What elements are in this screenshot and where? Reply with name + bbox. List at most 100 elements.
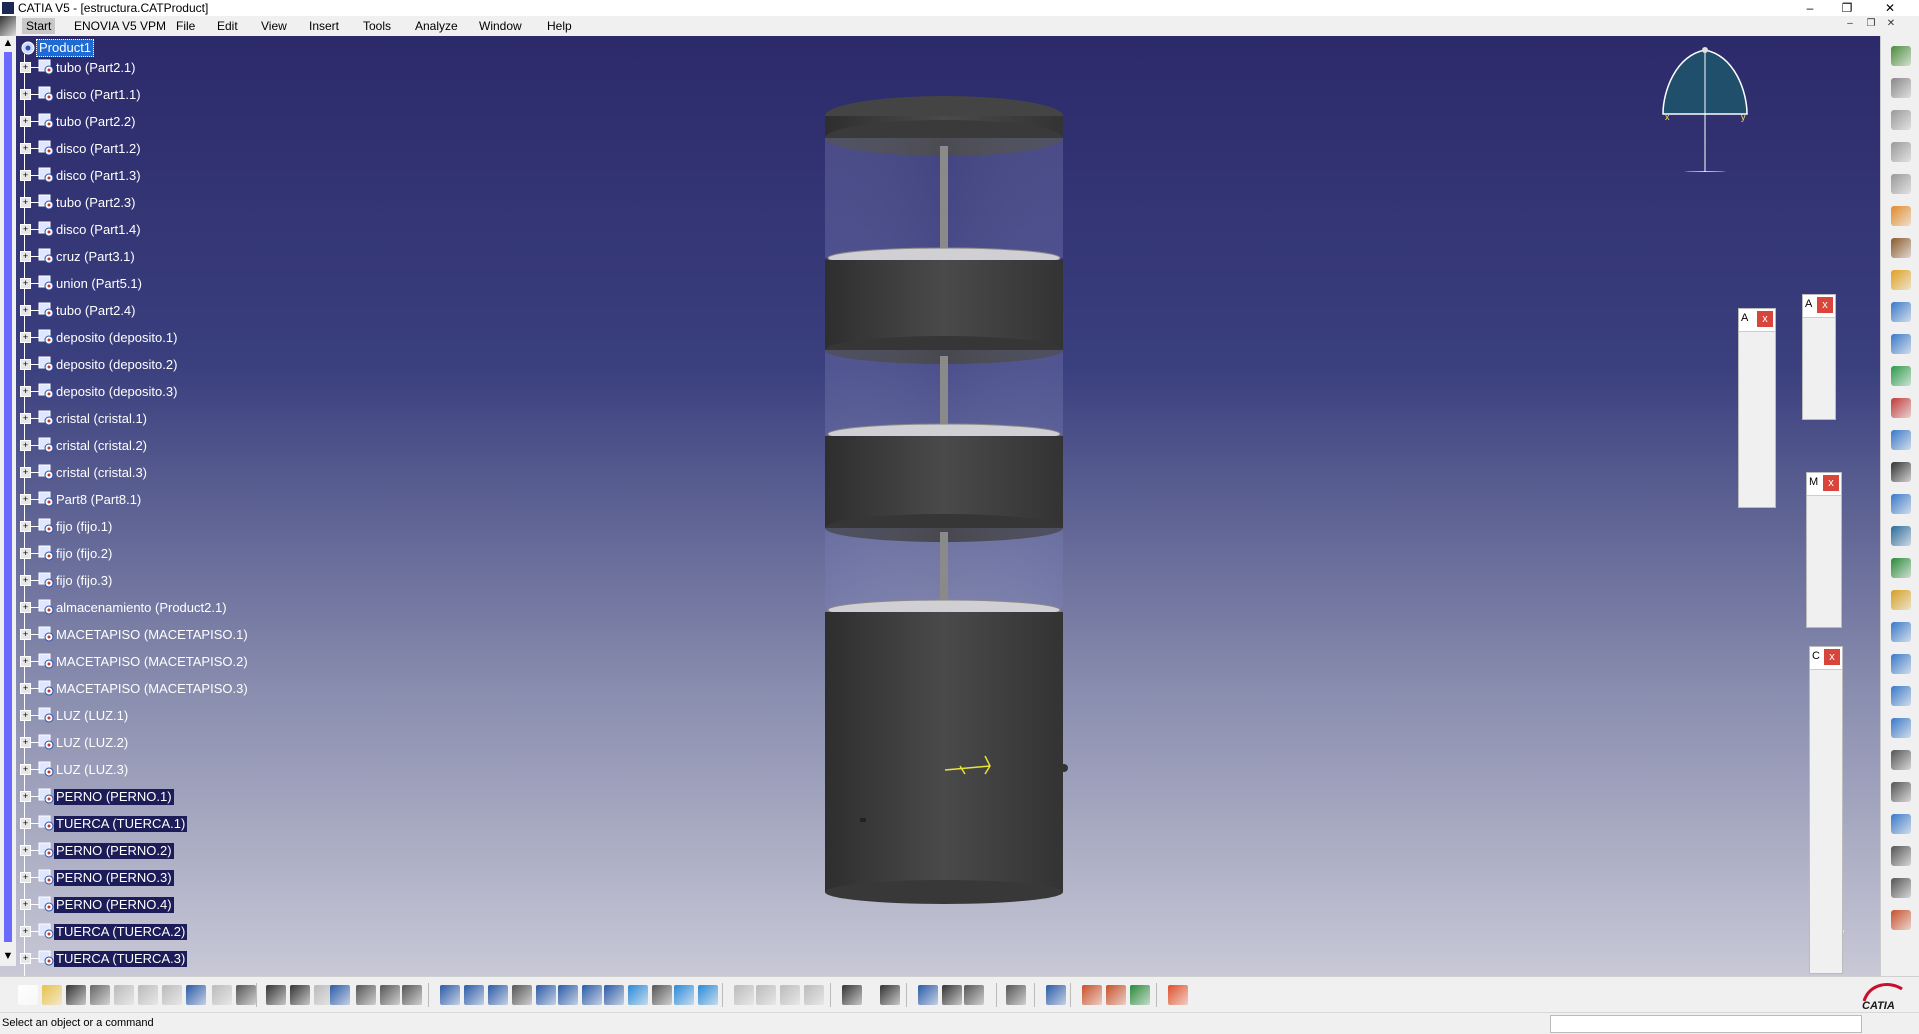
change-constraint-icon[interactable] [1816,905,1836,925]
menu-file[interactable]: File [176,18,195,34]
tree-node-label[interactable]: cristal (cristal.1) [54,411,149,427]
redo-icon[interactable] [212,985,232,1005]
weld-icon[interactable] [1891,878,1911,898]
catalog-icon[interactable] [356,985,376,1005]
move-icon-2[interactable] [1809,355,1829,375]
graph-tree-icon[interactable] [1891,526,1911,546]
tree-node-label[interactable]: TUERCA (TUERCA.1) [54,816,188,832]
scroll-down-button[interactable]: ▼ [1,950,15,964]
iso-view-icon[interactable] [628,985,648,1005]
replace-icon[interactable] [1891,398,1911,418]
undo-icon[interactable] [186,985,206,1005]
catia-logo-icon[interactable] [0,16,16,36]
split-icon[interactable] [1891,654,1911,674]
grid-icon[interactable] [1168,985,1188,1005]
tree-node-label[interactable]: disco (Part1.1) [54,87,143,103]
view-icon-2[interactable] [1891,110,1911,130]
copy-icon[interactable] [138,985,158,1005]
annotation-icon[interactable] [1891,846,1911,866]
smart-move-icon[interactable] [1814,591,1834,611]
tree-node-label[interactable]: PERNO (PERNO.4) [54,897,174,913]
table-icon[interactable] [330,985,350,1005]
normal-view-icon[interactable] [582,985,602,1005]
quick-constraint-icon[interactable] [1816,849,1836,869]
sketch-icon[interactable] [1891,46,1911,66]
menu-help[interactable]: Help [547,18,572,34]
coincidence-icon[interactable] [1816,681,1836,701]
swap-space-icon[interactable] [698,985,718,1005]
knowledge-icon[interactable] [290,985,310,1005]
analysis-icon[interactable] [402,985,422,1005]
hide-show-icon[interactable] [674,985,694,1005]
manipulate-icon[interactable] [756,985,776,1005]
floating-toolbar-2[interactable]: Ax [1802,294,1836,420]
select-icon[interactable] [1891,206,1911,226]
measure-item-icon[interactable] [942,985,962,1005]
scroll-track[interactable] [4,52,12,942]
tree-node-label[interactable]: tubo (Part2.2) [54,114,138,130]
pan-icon[interactable] [488,985,508,1005]
flexible-icon[interactable] [1816,877,1836,897]
menu-enovia[interactable]: ENOVIA V5 VPM [74,18,166,34]
menu-window[interactable]: Window [479,18,522,34]
save-icon[interactable] [66,985,86,1005]
move-icon[interactable] [1809,329,1829,349]
pocket-icon[interactable] [1891,718,1911,738]
tree-node-label[interactable]: disco (Part1.3) [54,168,143,184]
tree-node-label[interactable]: tubo (Part2.4) [54,303,138,319]
open-icon[interactable] [42,985,62,1005]
product-icon[interactable] [1891,270,1911,290]
mdi-close-button[interactable]: ✕ [1882,18,1900,34]
fly-mode-icon[interactable] [440,985,460,1005]
existing-component-icon[interactable] [1891,366,1911,386]
tree-node-label[interactable]: tubo (Part2.3) [54,195,138,211]
clash-icon[interactable] [780,985,800,1005]
view-icon[interactable] [1891,78,1911,98]
tree-node-label[interactable]: TUERCA (TUERCA.3) [54,951,188,967]
tree-node-label[interactable]: deposito (deposito.1) [54,330,179,346]
close-icon[interactable]: x [1824,649,1840,665]
floating-toolbar-1[interactable]: Ax [1738,308,1776,508]
cut-mode-icon[interactable] [734,985,754,1005]
tree-node-label[interactable]: fijo (fijo.1) [54,519,114,535]
remove-icon[interactable] [1891,750,1911,770]
tree-node-label[interactable]: deposito (deposito.3) [54,384,179,400]
view-icon-3[interactable] [1891,142,1911,162]
symmetry-icon[interactable] [1891,814,1911,834]
hole-icon[interactable] [1891,686,1911,706]
tree-root-label[interactable]: Product1 [36,39,95,57]
component-icon[interactable] [1891,302,1911,322]
fix-together-icon[interactable] [1816,821,1836,841]
part-icon[interactable] [1891,334,1911,354]
menu-edit[interactable]: Edit [217,18,238,34]
command-input[interactable] [1550,1015,1862,1033]
close-button[interactable]: ✕ [1875,0,1905,16]
close-icon[interactable]: x [1817,297,1833,313]
tree-node-label[interactable]: LUZ (LUZ.1) [54,708,130,724]
tree-node-label[interactable]: tubo (Part2.1) [54,60,138,76]
compute-icon[interactable] [380,985,400,1005]
paste-icon[interactable] [162,985,182,1005]
list-icon-2[interactable] [1747,435,1767,455]
scroll-up-button[interactable]: ▲ [1,37,15,51]
tree-node-label[interactable]: disco (Part1.2) [54,141,143,157]
menu-analyze[interactable]: Analyze [415,18,458,34]
distance-icon[interactable] [918,985,938,1005]
fast-instantiation-icon[interactable] [1891,558,1911,578]
view-icon-4[interactable] [1891,174,1911,194]
tree-node-label[interactable]: cristal (cristal.3) [54,465,149,481]
reorder-icon[interactable] [1891,430,1911,450]
mdi-minimize-button[interactable]: – [1841,18,1859,34]
tree-node-label[interactable]: MACETAPISO (MACETAPISO.1) [54,627,250,643]
manipulate-icon[interactable] [1814,507,1834,527]
multi-view-icon[interactable] [604,985,624,1005]
update-icon[interactable] [1006,985,1026,1005]
mass-icon[interactable] [964,985,984,1005]
floating-toolbar-4[interactable]: Cx [1809,646,1843,974]
rotate-icon[interactable] [512,985,532,1005]
list-icon[interactable] [1747,405,1767,425]
tree-node-label[interactable]: fijo (fijo.2) [54,546,114,562]
component-icon[interactable] [1747,375,1767,395]
tree-node-label[interactable]: disco (Part1.4) [54,222,143,238]
offset-icon[interactable] [1816,737,1836,757]
